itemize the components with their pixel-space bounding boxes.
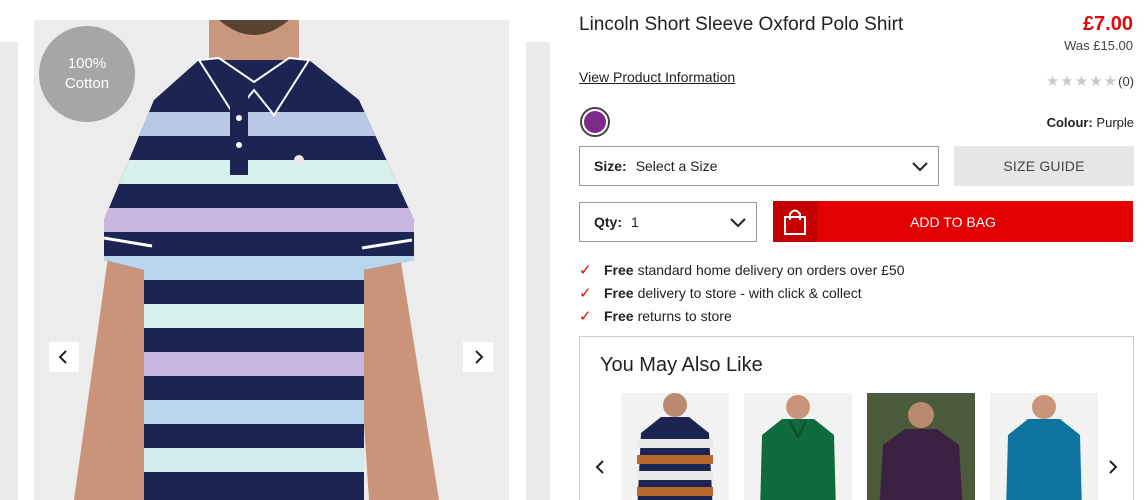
- delivery-item: ✓ Free delivery to store - with click & …: [579, 281, 905, 304]
- checkmark-icon: ✓: [579, 261, 592, 279]
- next-image-peek[interactable]: [526, 42, 550, 500]
- delivery-info-list: ✓ Free standard home delivery on orders …: [579, 258, 905, 327]
- colour-swatch-purple[interactable]: [580, 107, 610, 137]
- product-title: Lincoln Short Sleeve Oxford Polo Shirt: [579, 14, 904, 35]
- delivery-free-label: Free: [604, 261, 634, 278]
- swatch-fill: [584, 111, 606, 133]
- star-icon: ★: [1060, 73, 1074, 90]
- gallery-next-button[interactable]: [463, 342, 493, 372]
- recommended-product-thumb[interactable]: [867, 393, 975, 500]
- add-to-bag-button[interactable]: ADD TO BAG: [773, 201, 1133, 242]
- size-value: Select a Size: [635, 158, 718, 174]
- you-may-also-like-panel: You May Also Like: [579, 336, 1134, 500]
- was-price: Was £15.00: [1064, 38, 1133, 53]
- delivery-free-label: Free: [604, 307, 634, 324]
- current-price: £7.00: [1082, 13, 1133, 35]
- rating-count: (0): [1118, 73, 1134, 89]
- view-product-information-link[interactable]: View Product Information: [579, 69, 735, 85]
- badge-line-2: Cotton: [64, 75, 110, 92]
- size-label: Size:: [594, 158, 627, 174]
- delivery-text: standard home delivery on orders over £5…: [637, 261, 905, 278]
- checkmark-icon: ✓: [579, 284, 592, 302]
- recommended-product-thumb[interactable]: [744, 393, 852, 500]
- previous-image-peek[interactable]: [0, 42, 18, 500]
- rating-stars[interactable]: ★ ★ ★ ★ ★ (0): [1046, 72, 1134, 90]
- delivery-item: ✓ Free standard home delivery on orders …: [579, 258, 905, 281]
- delivery-text: delivery to store - with click & collect: [637, 284, 862, 301]
- recommended-product-thumb[interactable]: [621, 393, 729, 500]
- delivery-text: returns to store: [637, 307, 732, 324]
- product-page: 100% Cotton Lincoln Short Sleeve Oxford …: [0, 0, 1148, 500]
- gallery-prev-button[interactable]: [49, 342, 79, 372]
- checkmark-icon: ✓: [579, 307, 592, 325]
- colour-value: Purple: [1096, 115, 1134, 130]
- shopping-bag-icon: [773, 201, 817, 242]
- star-icon: ★: [1103, 73, 1118, 90]
- star-icon: ★: [1089, 73, 1103, 90]
- qty-value: 1: [631, 214, 639, 230]
- size-guide-button[interactable]: SIZE GUIDE: [954, 146, 1134, 186]
- qty-label: Qty:: [594, 214, 622, 230]
- delivery-free-label: Free: [604, 284, 634, 301]
- colour-indicator: Colour: Purple: [1047, 115, 1134, 130]
- badge-line-1: 100%: [67, 55, 107, 72]
- chevron-left-icon: [58, 350, 67, 364]
- cotton-badge: 100% Cotton: [39, 26, 135, 122]
- add-to-bag-label: ADD TO BAG: [910, 213, 996, 230]
- quantity-select[interactable]: Qty: 1: [579, 202, 757, 242]
- chevron-down-icon: [912, 162, 928, 172]
- you-may-also-like-title: You May Also Like: [600, 354, 763, 376]
- chevron-down-icon: [730, 218, 746, 228]
- chevron-right-icon: [475, 350, 484, 364]
- star-icon: ★: [1074, 73, 1089, 90]
- recommended-product-thumb[interactable]: [990, 393, 1098, 500]
- colour-label: Colour:: [1046, 115, 1093, 130]
- carousel-prev-icon[interactable]: [594, 459, 606, 475]
- delivery-item: ✓ Free returns to store: [579, 304, 905, 327]
- carousel-next-icon[interactable]: [1107, 459, 1119, 475]
- size-select[interactable]: Size: Select a Size: [579, 146, 939, 186]
- star-icon: ★: [1045, 73, 1060, 90]
